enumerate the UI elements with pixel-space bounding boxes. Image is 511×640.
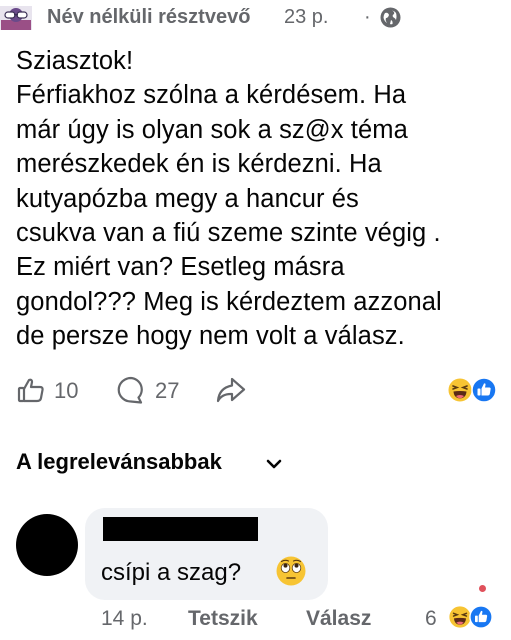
comment-reply-button[interactable]: Válasz [306,607,371,631]
like-reaction-icon[interactable] [469,605,493,629]
notification-dot [479,585,486,592]
thumbs-up-icon[interactable] [17,376,45,404]
author-name[interactable]: Név nélküli résztvevő [47,6,250,29]
anonymous-avatar[interactable] [0,4,32,32]
comment-time[interactable]: 14 p. [101,607,148,631]
comment-text: csípi a szag? [101,559,242,586]
rolling-eyes-emoji-icon [275,555,307,587]
laughing-emoji-icon[interactable] [447,377,473,403]
post-time[interactable]: 23 p. [284,6,328,29]
globe-icon [380,7,401,28]
comment-sort-button[interactable]: A legrelevánsabbak [16,449,222,475]
separator-dot: · [364,6,371,28]
comment-bubble-icon[interactable] [116,375,146,405]
comment-reaction-count[interactable]: 6 [425,607,437,631]
like-count[interactable]: 10 [54,378,78,404]
share-arrow-icon[interactable] [216,376,246,404]
redacted-commenter-name [103,517,258,541]
comment-like-button[interactable]: Tetszik [188,607,258,631]
post-actions: 10 27 [0,370,511,410]
comment-count[interactable]: 27 [155,378,179,404]
post-header: Név nélküli résztvevő 23 p. · [0,0,511,40]
like-reaction-icon[interactable] [471,377,497,403]
commenter-avatar[interactable] [16,514,78,576]
post-body: Sziasztok! Férfiakhoz szólna a kérdésem.… [16,47,442,351]
chevron-down-icon[interactable] [265,457,283,471]
